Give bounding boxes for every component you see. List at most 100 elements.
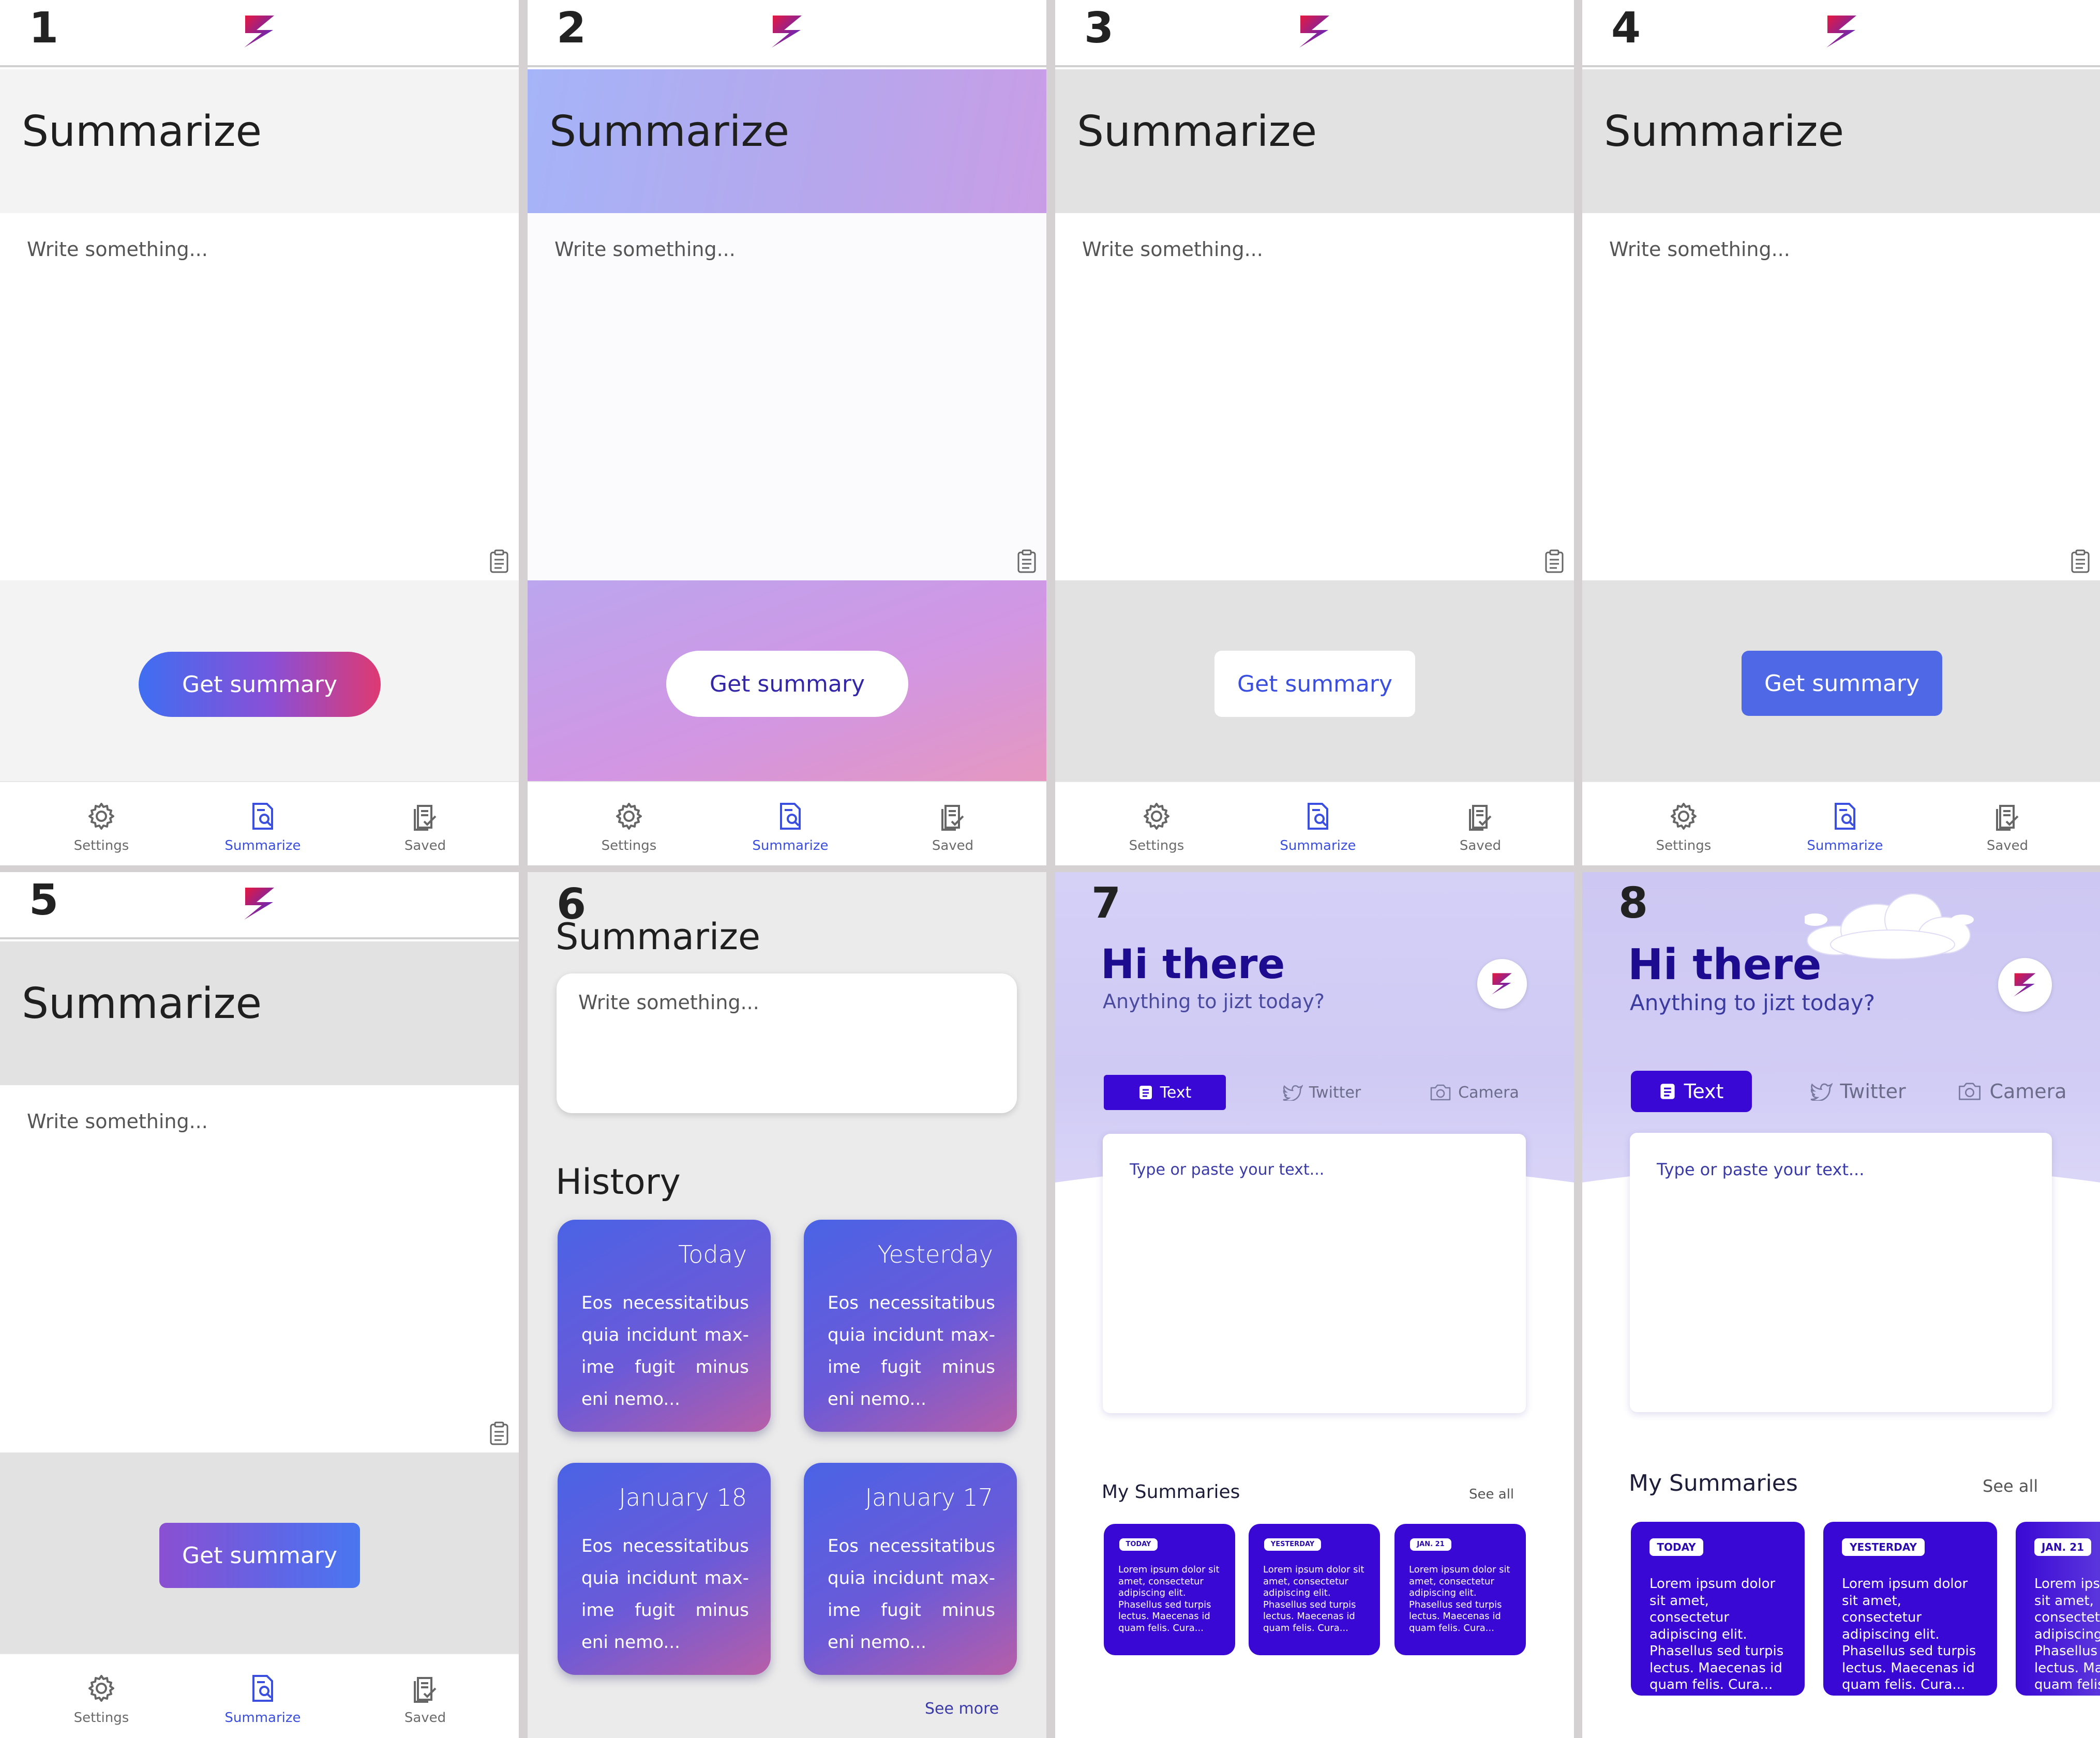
nav-saved-label: Saved	[404, 838, 446, 853]
bottom-nav: Settings Summarize Saved	[0, 1653, 519, 1737]
nav-settings[interactable]: Settings	[1632, 802, 1735, 853]
document-search-icon	[252, 803, 273, 830]
summary-card-text: Lorem ipsum dolor sit amet, consectetur …	[1649, 1576, 1784, 1692]
nav-settings-label: Settings	[73, 838, 129, 853]
history-card-date: January 18	[619, 1484, 747, 1511]
nav-saved[interactable]: Saved	[901, 802, 1004, 853]
input-placeholder: Write something...	[27, 238, 208, 261]
nav-saved-label: Saved	[932, 838, 974, 853]
see-all-link[interactable]: See all	[1469, 1487, 1514, 1502]
history-card[interactable]: Yesterday Eos necessitatibus quia incidu…	[804, 1220, 1017, 1432]
history-card[interactable]: January 17 Eos necessitatibus quia incid…	[804, 1463, 1017, 1675]
tab-camera-label: Camera	[1989, 1080, 2067, 1103]
clipboard-icon[interactable]	[1544, 549, 1565, 573]
text-input-area[interactable]: Write something...	[1582, 213, 2100, 580]
nav-summarize-label: Summarize	[224, 838, 301, 853]
tab-twitter[interactable]: Twitter	[1257, 1075, 1386, 1110]
nav-summarize[interactable]: Summarize	[211, 802, 314, 853]
nav-saved[interactable]: Saved	[1429, 802, 1532, 853]
my-summaries-heading: My Summaries	[1629, 1470, 1798, 1496]
nav-settings[interactable]: Settings	[1105, 802, 1208, 853]
nav-summarize[interactable]: Summarize	[1793, 802, 1897, 853]
app-logo	[1825, 14, 1858, 49]
nav-settings[interactable]: Settings	[50, 1674, 153, 1726]
nav-summarize-label: Summarize	[752, 838, 829, 853]
history-card-date: January 17	[865, 1484, 993, 1511]
my-summaries-heading: My Summaries	[1102, 1481, 1240, 1503]
tab-camera[interactable]: Camera	[1938, 1071, 2086, 1112]
summary-card[interactable]: JAN. 21 Lorem ipsum dolor sit amet, cons…	[1394, 1524, 1526, 1655]
get-summary-button[interactable]: Get summary	[1742, 651, 1942, 716]
clipboard-icon[interactable]	[489, 549, 509, 573]
see-all-link[interactable]: See all	[1983, 1476, 2038, 1496]
gear-icon	[88, 803, 114, 830]
tab-twitter-label: Twitter	[1840, 1080, 1906, 1103]
get-summary-button[interactable]: Get summary	[1214, 651, 1415, 717]
tab-text[interactable]: Text	[1104, 1075, 1226, 1110]
nav-saved[interactable]: Saved	[373, 1674, 477, 1726]
text-input-area[interactable]: Write something...	[0, 1085, 519, 1452]
nav-saved[interactable]: Saved	[1956, 802, 2059, 853]
nav-summarize[interactable]: Summarize	[1266, 802, 1370, 853]
top-bar: 1	[0, 0, 519, 67]
text-input-card[interactable]: Write something...	[557, 973, 1017, 1113]
summary-card-text: Lorem ipsum dolor sit amet, consectetur …	[1263, 1564, 1364, 1634]
text-input-card[interactable]: Type or paste your text...	[1103, 1134, 1526, 1413]
clipboard-icon[interactable]	[1016, 549, 1037, 573]
app-logo	[771, 14, 804, 49]
nav-settings-label: Settings	[73, 1710, 129, 1726]
twitter-icon	[1283, 1085, 1303, 1101]
see-more-link[interactable]: See more	[925, 1700, 999, 1718]
summary-card-text: Lorem ipsum dolor sit amet, consectetur …	[2034, 1576, 2100, 1692]
summary-card-badge: JAN. 21	[1410, 1538, 1451, 1551]
summary-card[interactable]: YESTERDAY Lorem ipsum dolor sit amet, co…	[1823, 1522, 1997, 1696]
cloud-illustration	[1805, 893, 1974, 960]
document-search-icon	[1308, 803, 1328, 830]
history-card[interactable]: Today Eos necessitatibus quia incidunt m…	[558, 1220, 771, 1432]
get-summary-button[interactable]: Get summary	[666, 651, 908, 717]
bottom-nav: Settings Summarize Saved	[0, 781, 519, 865]
summary-card-badge: YESTERDAY	[1264, 1538, 1321, 1551]
top-bar: 4	[1582, 0, 2100, 67]
nav-summarize[interactable]: Summarize	[211, 1674, 314, 1726]
profile-logo-button[interactable]	[1998, 958, 2052, 1012]
panel-number: 7	[1091, 879, 1121, 928]
app-logo	[1492, 973, 1512, 995]
profile-logo-button[interactable]	[1477, 959, 1527, 1009]
summary-card[interactable]: TODAY Lorem ipsum dolor sit amet, consec…	[1631, 1522, 1805, 1696]
get-summary-button[interactable]: Get summary	[139, 652, 381, 717]
history-card-text: Eos necessitatibus quia incidunt max-ime…	[828, 1293, 995, 1410]
summary-card[interactable]: TODAY Lorem ipsum dolor sit amet, consec…	[1104, 1524, 1235, 1655]
text-input-card[interactable]: Type or paste your text...	[1630, 1133, 2052, 1412]
input-placeholder: Type or paste your text...	[1657, 1160, 1865, 1179]
clipboard-icon[interactable]	[2070, 549, 2091, 573]
summary-card[interactable]: JAN. 21 Lorem ipsum dolor sit amet, cons…	[2016, 1522, 2100, 1696]
history-card[interactable]: January 18 Eos necessitatibus quia incid…	[558, 1463, 771, 1675]
text-input-area[interactable]: Write something...	[0, 213, 519, 580]
gear-icon	[88, 1675, 114, 1702]
top-bar: 3	[1055, 0, 1574, 67]
variant-panel-5: 5 Summarize Write something... Get summa…	[0, 872, 519, 1738]
document-search-icon	[1835, 803, 1855, 830]
tab-camera[interactable]: Camera	[1407, 1075, 1541, 1110]
gear-icon	[1671, 803, 1697, 830]
clipboard-icon[interactable]	[489, 1421, 509, 1445]
summary-card[interactable]: YESTERDAY Lorem ipsum dolor sit amet, co…	[1249, 1524, 1380, 1655]
title-bar: Summarize	[0, 69, 519, 213]
nav-settings[interactable]: Settings	[50, 802, 153, 853]
nav-saved[interactable]: Saved	[373, 802, 477, 853]
nav-saved-label: Saved	[1986, 838, 2029, 853]
nav-settings[interactable]: Settings	[577, 802, 681, 853]
panel-number: 8	[1618, 879, 1648, 928]
text-input-area[interactable]: Write something...	[1055, 213, 1574, 580]
greeting-subtitle: Anything to jizt today?	[1630, 990, 1876, 1015]
tab-text[interactable]: Text	[1631, 1071, 1752, 1112]
page-title: Summarize	[22, 979, 262, 1028]
tab-twitter[interactable]: Twitter	[1788, 1071, 1928, 1112]
camera-icon	[1959, 1083, 1981, 1100]
summary-card-text: Lorem ipsum dolor sit amet, consectetur …	[1409, 1564, 1510, 1634]
saved-documents-icon	[414, 1677, 437, 1703]
get-summary-button[interactable]: Get summary	[159, 1523, 360, 1588]
nav-summarize[interactable]: Summarize	[739, 802, 842, 853]
text-input-area[interactable]: Write something...	[528, 213, 1046, 580]
